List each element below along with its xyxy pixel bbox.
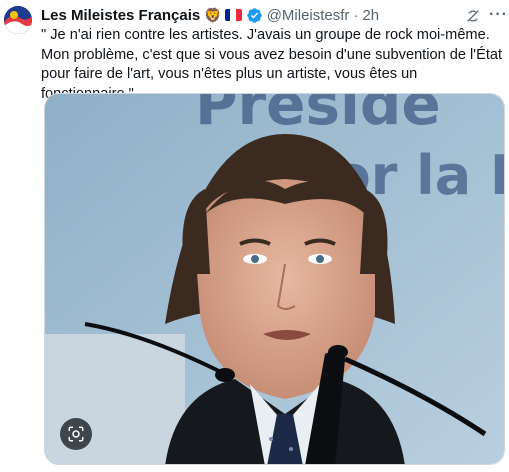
- lion-emoji: 🦁: [204, 7, 222, 23]
- handle[interactable]: @Mileistesfr: [267, 7, 350, 24]
- avatar[interactable]: [4, 6, 32, 34]
- tweet-photo[interactable]: Preside por la L: [44, 93, 505, 465]
- france-flag-icon: [224, 9, 242, 21]
- tweet-header: Les Mileistes Français 🦁 @Mileistesfr · …: [41, 5, 379, 25]
- grok-icon[interactable]: [465, 8, 481, 24]
- verified-badge-icon[interactable]: [246, 7, 263, 24]
- display-name[interactable]: Les Mileistes Français: [41, 7, 200, 24]
- tweet[interactable]: Les Mileistes Français 🦁 @Mileistesfr · …: [0, 0, 509, 472]
- timestamp[interactable]: 2h: [362, 7, 379, 24]
- previous-tweet-edge: [0, 0, 509, 3]
- separator: ·: [353, 6, 359, 24]
- more-options-icon[interactable]: ···: [489, 7, 507, 25]
- visual-search-icon[interactable]: [60, 418, 92, 450]
- sign-text-line1: Preside: [195, 94, 441, 138]
